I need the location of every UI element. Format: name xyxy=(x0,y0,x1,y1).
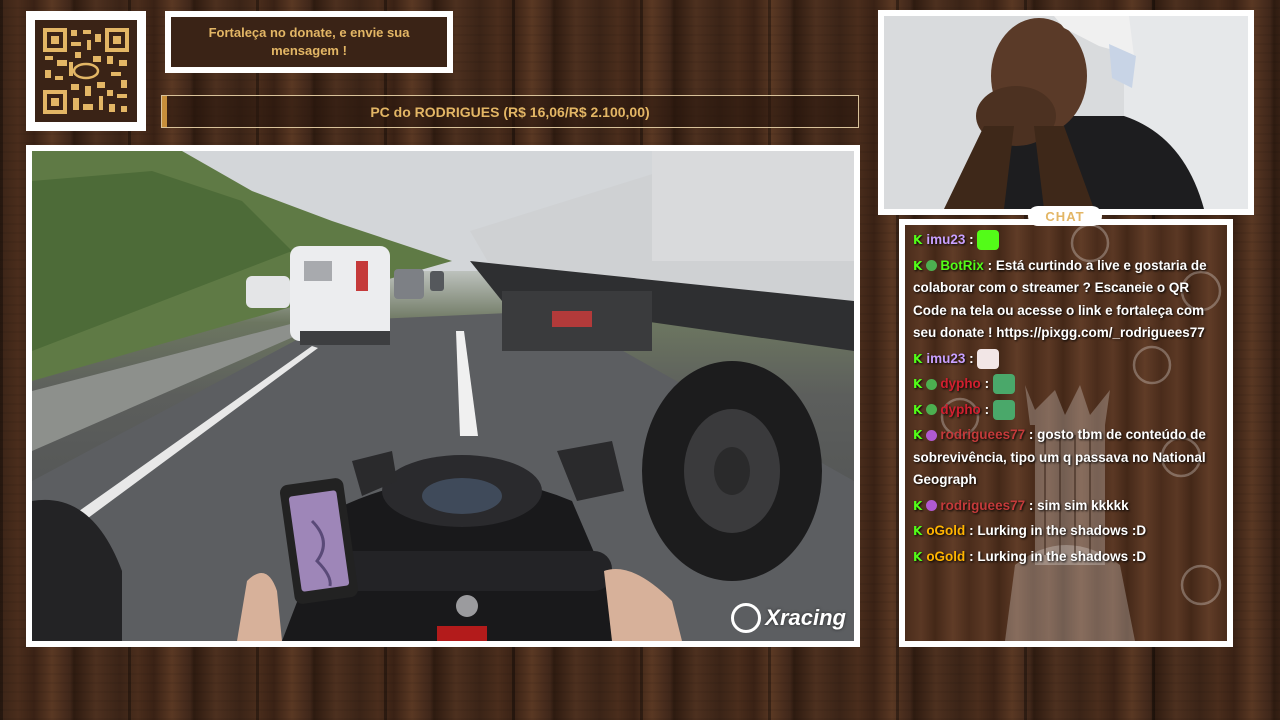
donation-goal-label: PC do RODRIGUES (R$ 16,06/R$ 2.100,00) xyxy=(370,103,650,120)
chat-message: Kdypho : xyxy=(913,399,1219,422)
helmet-logo-icon xyxy=(731,603,762,633)
chat-message: Kimu23 : xyxy=(913,348,1219,371)
chat-separator: : xyxy=(1025,497,1038,513)
qr-code-frame xyxy=(26,11,146,131)
kick-badge-icon: K xyxy=(913,233,923,247)
chat-username[interactable]: imu23 xyxy=(926,351,965,366)
chat-username[interactable]: oGold xyxy=(926,549,965,564)
kick-badge-icon: K xyxy=(913,524,923,538)
chat-username[interactable]: rodriguees77 xyxy=(940,427,1025,442)
chat-message: Kdypho : xyxy=(913,373,1219,396)
chat-message: K BotRix : Está curtindo a live e gostari… xyxy=(913,255,1219,345)
chat-message: KoGold : Lurking in the shadows :D xyxy=(913,520,1219,543)
cat-emote-icon xyxy=(977,348,1000,369)
chat-message: Krodriguees77 : gosto tbm de conteúdo de… xyxy=(913,424,1219,492)
chat-message-list: Kimu23 : K BotRix : Está curtindo a live … xyxy=(913,229,1219,571)
streamer-webcam-scene xyxy=(884,16,1248,209)
kick-badge-icon: K xyxy=(913,402,923,417)
chat-separator: : xyxy=(980,401,993,417)
kick-badge-icon: K xyxy=(913,549,923,564)
chat-message-text: Lurking in the shadows :D xyxy=(977,548,1147,564)
chat-message: Krodriguees77 : sim sim kkkkk xyxy=(913,495,1219,518)
chat-username[interactable]: imu23 xyxy=(926,232,965,247)
user-badge-icon xyxy=(926,429,938,441)
chat-username[interactable]: dypho xyxy=(940,402,981,417)
chat-separator: : xyxy=(983,257,996,273)
chat-message-text: sim sim kkkkk xyxy=(1037,497,1129,513)
chat-separator: : xyxy=(965,350,978,366)
chat-panel: Kimu23 : K BotRix : Está curtindo a live … xyxy=(905,225,1227,641)
motorcycle-pov-scene xyxy=(32,151,854,641)
chat-message: KoGold : Lurking in the shadows :D xyxy=(913,546,1219,569)
user-badge-icon xyxy=(926,404,938,416)
donation-goal-bar: PC do RODRIGUES (R$ 16,06/R$ 2.100,00) xyxy=(161,95,859,128)
chat-username[interactable]: oGold xyxy=(926,523,965,538)
chat-message-text: Lurking in the shadows :D xyxy=(977,523,1147,538)
user-badge-icon xyxy=(926,500,938,512)
kick-badge-icon: K xyxy=(913,498,923,513)
chat-title: CHAT xyxy=(1028,206,1102,226)
chat-message: Kimu23 : xyxy=(913,229,1219,252)
chat-username[interactable]: rodriguees77 xyxy=(940,498,1025,513)
qr-code xyxy=(35,20,137,122)
chat-separator: : xyxy=(965,523,978,538)
video-frame: Xracing xyxy=(26,145,860,647)
xracing-watermark-text: Xracing xyxy=(765,605,846,630)
kick-k-emote-icon xyxy=(977,230,1000,251)
chat-username[interactable]: dypho xyxy=(940,376,981,391)
qr-code-icon xyxy=(41,26,131,116)
user-badge-icon xyxy=(926,260,938,272)
xracing-watermark: Xracing xyxy=(731,603,846,633)
user-badge-icon xyxy=(926,378,938,390)
chat-frame: Kimu23 : K BotRix : Está curtindo a live … xyxy=(899,219,1233,647)
kick-badge-icon: K xyxy=(913,351,923,366)
kick-badge-icon: K xyxy=(913,428,923,442)
webcam-frame xyxy=(878,10,1254,215)
frog-emote-icon xyxy=(992,399,1015,420)
chat-separator: : xyxy=(1025,427,1038,442)
chat-username[interactable]: BotRix xyxy=(940,258,984,273)
donate-message-frame: Fortaleça no donate, e envie sua mensage… xyxy=(165,11,453,73)
donate-message: Fortaleça no donate, e envie sua mensage… xyxy=(171,17,447,67)
kick-badge-icon: K xyxy=(913,377,923,391)
chat-separator: : xyxy=(965,232,978,247)
frog-emote-icon xyxy=(992,374,1015,395)
stream-video: Xracing xyxy=(32,151,854,641)
kick-badge-icon: K xyxy=(913,258,923,273)
chat-separator: : xyxy=(965,548,978,564)
webcam-feed xyxy=(884,16,1248,209)
chat-separator: : xyxy=(980,376,993,391)
